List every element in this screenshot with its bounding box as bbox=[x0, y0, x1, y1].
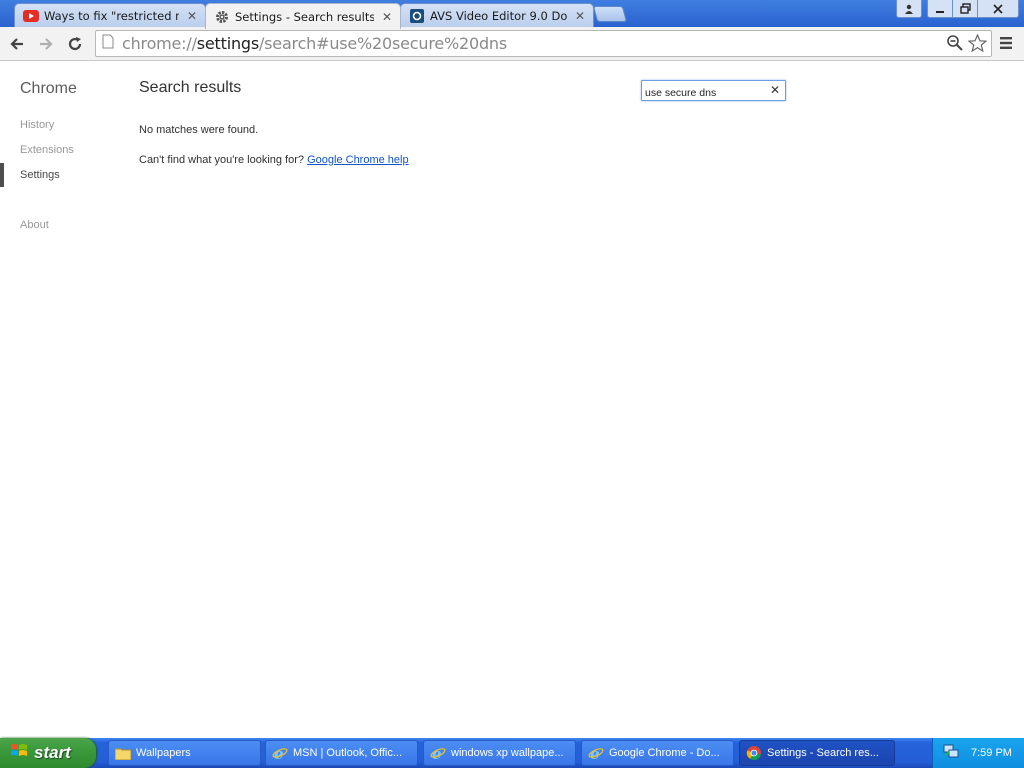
reload-button[interactable] bbox=[63, 32, 87, 56]
taskbar: start Wallpapers e MSN | Outlook, Offic.… bbox=[0, 738, 1024, 768]
search-input[interactable] bbox=[642, 83, 762, 103]
start-label: start bbox=[34, 743, 71, 762]
tab-title: AVS Video Editor 9.0 Downlo bbox=[430, 9, 567, 23]
taskbar-item-xp-wallpaper[interactable]: e windows xp wallpape... bbox=[423, 740, 576, 766]
taskbar-item-google-chrome[interactable]: e Google Chrome - Do... bbox=[581, 740, 734, 766]
ie-icon: e bbox=[430, 745, 446, 761]
sidebar-item-settings[interactable]: Settings bbox=[20, 169, 60, 181]
page-title: Search results bbox=[139, 79, 242, 96]
menu-icon[interactable] bbox=[998, 34, 1016, 52]
url-text: chrome://settings/search#use%20secure%20… bbox=[122, 34, 507, 53]
selected-indicator bbox=[0, 163, 4, 187]
page-icon bbox=[102, 34, 118, 53]
ie-icon: e bbox=[272, 745, 288, 761]
taskbar-item-label: MSN | Outlook, Offic... bbox=[293, 747, 403, 759]
help-line: Can't find what you're looking for? Goog… bbox=[139, 154, 409, 166]
tab-title: Ways to fix "restricted mode bbox=[44, 9, 179, 23]
close-icon[interactable]: ✕ bbox=[380, 10, 394, 24]
chrome-help-link[interactable]: Google Chrome help bbox=[307, 154, 409, 166]
help-prefix: Can't find what you're looking for? bbox=[139, 154, 305, 166]
taskbar-item-wallpapers[interactable]: Wallpapers bbox=[108, 740, 261, 766]
settings-search-box: ✕ bbox=[641, 80, 786, 103]
windows-logo-icon bbox=[10, 742, 28, 764]
user-icon[interactable] bbox=[896, 0, 922, 18]
restore-button[interactable] bbox=[952, 0, 978, 18]
system-tray: 7:59 PM bbox=[932, 738, 1024, 768]
gear-icon bbox=[214, 9, 230, 25]
ie-icon: e bbox=[588, 745, 604, 761]
reload-icon bbox=[68, 37, 82, 51]
sidebar-item-history[interactable]: History bbox=[20, 119, 54, 131]
tab-title: Settings - Search results bbox=[235, 9, 374, 24]
chrome-icon bbox=[746, 745, 762, 761]
bookmark-star-icon[interactable] bbox=[967, 33, 988, 56]
tab-settings[interactable]: Settings - Search results ✕ bbox=[205, 3, 401, 29]
forward-button[interactable] bbox=[34, 32, 58, 56]
clock: 7:59 PM bbox=[971, 747, 1012, 759]
taskbar-item-settings[interactable]: Settings - Search res... bbox=[739, 740, 895, 766]
avs-icon bbox=[409, 8, 425, 24]
tab-strip: Ways to fix "restricted mode ✕ Settings … bbox=[0, 0, 1024, 29]
network-icon[interactable] bbox=[943, 743, 959, 763]
youtube-icon bbox=[23, 8, 39, 24]
zoom-icon[interactable] bbox=[946, 34, 964, 56]
back-button[interactable] bbox=[5, 32, 29, 56]
close-icon[interactable]: ✕ bbox=[573, 9, 587, 23]
tab-avs[interactable]: AVS Video Editor 9.0 Downlo ✕ bbox=[400, 3, 594, 28]
toolbar: chrome://settings/search#use%20secure%20… bbox=[0, 27, 1024, 61]
taskbar-item-label: Google Chrome - Do... bbox=[609, 747, 720, 759]
close-icon[interactable]: ✕ bbox=[185, 9, 199, 23]
no-matches-text: No matches were found. bbox=[139, 124, 259, 136]
back-arrow-icon bbox=[10, 38, 23, 50]
folder-icon bbox=[115, 745, 131, 761]
window-close-button[interactable] bbox=[977, 0, 1019, 18]
taskbar-item-msn[interactable]: e MSN | Outlook, Offic... bbox=[265, 740, 418, 766]
taskbar-item-label: windows xp wallpape... bbox=[451, 747, 564, 759]
new-tab-button[interactable] bbox=[592, 6, 628, 22]
clear-search-icon[interactable]: ✕ bbox=[770, 83, 780, 97]
taskbar-item-label: Settings - Search res... bbox=[767, 747, 879, 759]
tab-youtube[interactable]: Ways to fix "restricted mode ✕ bbox=[14, 3, 206, 28]
taskbar-item-label: Wallpapers bbox=[136, 747, 191, 759]
minimize-button[interactable] bbox=[927, 0, 953, 18]
sidebar-brand: Chrome bbox=[20, 80, 77, 97]
settings-sidebar: Chrome History Extensions Settings About bbox=[0, 62, 120, 738]
start-button[interactable]: start bbox=[0, 738, 96, 768]
forward-arrow-icon bbox=[40, 38, 53, 50]
sidebar-item-about[interactable]: About bbox=[20, 219, 49, 231]
address-bar[interactable]: chrome://settings/search#use%20secure%20… bbox=[95, 30, 992, 57]
sidebar-item-extensions[interactable]: Extensions bbox=[20, 144, 74, 156]
